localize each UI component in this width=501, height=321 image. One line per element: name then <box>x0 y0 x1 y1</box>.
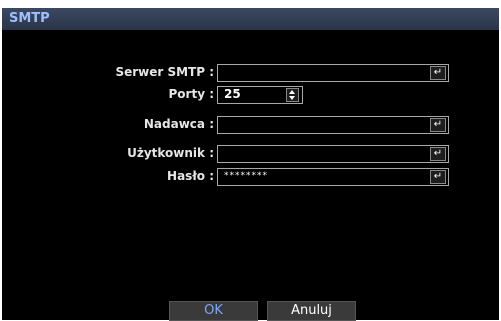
chevron-down-icon[interactable] <box>289 96 295 100</box>
enter-icon[interactable]: ↵ <box>430 118 446 132</box>
smtp-dialog: SMTP Serwer SMTP : ↵ Porty : 25 Nadawca … <box>2 8 499 321</box>
row-user: Użytkownik : ↵ <box>2 145 499 163</box>
user-label: Użytkownik : <box>127 146 214 160</box>
server-label: Serwer SMTP : <box>115 65 214 79</box>
port-label: Porty : <box>168 87 215 101</box>
server-field[interactable]: ↵ <box>217 64 449 82</box>
spin-icon[interactable] <box>286 88 299 102</box>
dialog-title: SMTP <box>9 11 50 26</box>
title-bar: SMTP <box>2 8 499 30</box>
password-label: Hasło : <box>167 169 214 183</box>
port-stepper[interactable]: 25 <box>217 86 303 104</box>
port-value: 25 <box>224 87 241 101</box>
row-server: Serwer SMTP : ↵ <box>2 64 499 82</box>
dialog-body: Serwer SMTP : ↵ Porty : 25 Nadawca : ↵ U… <box>2 30 499 321</box>
row-sender: Nadawca : ↵ <box>2 116 499 134</box>
row-password: Hasło : ******** ↵ <box>2 168 499 186</box>
sender-field[interactable]: ↵ <box>217 116 449 134</box>
enter-icon[interactable]: ↵ <box>430 170 446 184</box>
enter-icon[interactable]: ↵ <box>430 66 446 80</box>
user-field[interactable]: ↵ <box>217 145 449 163</box>
row-port: Porty : 25 <box>2 86 499 104</box>
chevron-up-icon[interactable] <box>289 90 295 94</box>
password-field[interactable]: ******** ↵ <box>217 168 449 186</box>
ok-button[interactable]: OK <box>169 301 258 321</box>
sender-label: Nadawca : <box>143 117 214 131</box>
password-value: ******** <box>224 171 268 181</box>
cancel-button[interactable]: Anuluj <box>267 301 356 321</box>
enter-icon[interactable]: ↵ <box>430 147 446 161</box>
